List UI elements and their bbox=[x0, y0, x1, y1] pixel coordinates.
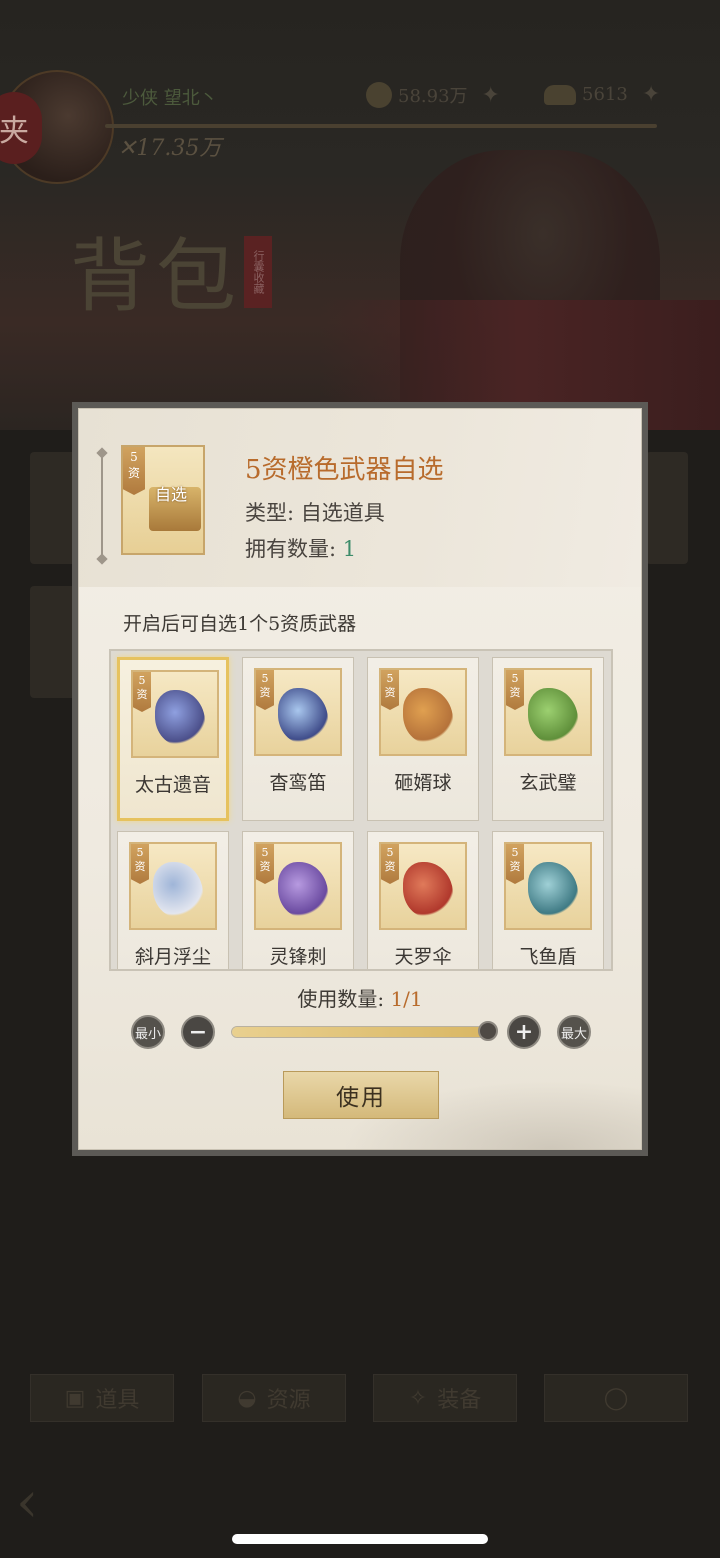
slider-handle[interactable] bbox=[478, 1021, 498, 1041]
tab-label: 装备 bbox=[437, 1388, 482, 1413]
weapon-icon: 5 资 bbox=[131, 670, 219, 758]
item-description: 开启后可自选1个5资质武器 bbox=[123, 613, 357, 635]
weapon-card[interactable]: 5 资天罗伞 bbox=[367, 831, 479, 969]
weapon-art-icon bbox=[278, 862, 328, 918]
dialog-panel: 5 资 自选 5资橙色武器自选 类型: 自选道具 拥有数量: 1 开启后可自选1… bbox=[78, 408, 642, 1150]
grade-badge: 5 资 bbox=[131, 844, 149, 884]
item-icon: 5 资 自选 bbox=[121, 445, 205, 555]
weapon-art-icon bbox=[403, 862, 453, 918]
gear-icon: ✧ bbox=[408, 1385, 428, 1411]
coin-icon bbox=[366, 82, 392, 108]
page-title: 背包 bbox=[70, 230, 242, 323]
tab-items: ▣ 道具 bbox=[30, 1374, 174, 1422]
add-coins-icon: ✦ bbox=[481, 82, 500, 108]
weapon-art-icon bbox=[278, 688, 328, 744]
owned-count: 1 bbox=[342, 537, 357, 561]
item-select-dialog: 5 资 自选 5资橙色武器自选 类型: 自选道具 拥有数量: 1 开启后可自选1… bbox=[72, 402, 648, 1156]
weapon-icon: 5 资 bbox=[504, 842, 592, 930]
item-badge-text: 自选 bbox=[154, 485, 187, 504]
weapon-icon: 5 资 bbox=[254, 842, 342, 930]
weapon-card[interactable]: 5 资灵锋刺 bbox=[242, 831, 354, 969]
ingot-icon bbox=[544, 84, 576, 105]
tab-label: 道具 bbox=[95, 1388, 140, 1413]
grade-badge: 5 资 bbox=[506, 844, 524, 884]
weapon-art-icon bbox=[528, 688, 578, 744]
grade-badge: 5 资 bbox=[256, 670, 274, 710]
weapon-icon: 5 资 bbox=[254, 668, 342, 756]
owned-label: 拥有数量: bbox=[245, 537, 343, 561]
box-icon: ▣ bbox=[64, 1385, 86, 1411]
type-value: 自选道具 bbox=[300, 501, 385, 525]
tab-label: 资源 bbox=[266, 1388, 311, 1413]
item-type: 类型: 自选道具 bbox=[245, 497, 385, 527]
weapon-name: 玄武璧 bbox=[519, 772, 577, 794]
bag-seal: 行囊收藏 bbox=[244, 236, 272, 308]
slider-fill bbox=[232, 1027, 488, 1037]
currency-coins: 58.93万 ✦ bbox=[366, 82, 500, 108]
grade-badge: 5 资 bbox=[381, 670, 399, 710]
weapon-name: 灵锋刺 bbox=[269, 946, 327, 968]
tab-other: ◯ bbox=[544, 1374, 688, 1422]
grade-badge: 5 资 bbox=[133, 672, 151, 712]
weapon-card[interactable]: 5 资太古遗音 bbox=[117, 657, 229, 821]
pot-icon: ◒ bbox=[237, 1385, 257, 1411]
home-indicator[interactable] bbox=[232, 1534, 488, 1544]
grade-badge: 5 资 bbox=[506, 670, 524, 710]
topbar-divider bbox=[105, 124, 657, 128]
ingot-amount: 5613 bbox=[582, 84, 628, 105]
use-button[interactable]: 使用 bbox=[283, 1071, 439, 1119]
inventory-slot bbox=[646, 452, 688, 564]
add-ingots-icon: ✦ bbox=[641, 82, 661, 107]
weapon-name: 斜月浮尘 bbox=[134, 946, 211, 968]
max-button[interactable]: 最大 bbox=[557, 1015, 591, 1049]
player-name: 少侠 望北丶 bbox=[122, 88, 218, 109]
weapon-name: 杳鸾笛 bbox=[269, 772, 327, 794]
increase-button[interactable]: + bbox=[507, 1015, 541, 1049]
weapon-art-icon bbox=[403, 688, 453, 744]
grade-badge: 5 资 bbox=[256, 844, 274, 884]
sect-seal: 夹 bbox=[0, 92, 42, 164]
item-title: 5资橙色武器自选 bbox=[245, 455, 444, 485]
min-button[interactable]: 最小 bbox=[131, 1015, 165, 1049]
weapon-icon: 5 资 bbox=[379, 668, 467, 756]
decrease-button[interactable]: − bbox=[181, 1015, 215, 1049]
tab-equipment: ✧ 装备 bbox=[373, 1374, 517, 1422]
usage-label: 使用数量: bbox=[297, 987, 391, 1011]
weapon-card[interactable]: 5 资杳鸾笛 bbox=[242, 657, 354, 821]
combat-power: ✕17.35万 bbox=[118, 136, 222, 161]
weapon-card[interactable]: 5 资砸婿球 bbox=[367, 657, 479, 821]
weapon-name: 砸婿球 bbox=[394, 772, 452, 794]
item-owned: 拥有数量: 1 bbox=[245, 533, 356, 563]
weapon-card[interactable]: 5 资飞鱼盾 bbox=[492, 831, 604, 969]
weapon-name: 天罗伞 bbox=[394, 946, 452, 968]
weapon-grid: 5 资太古遗音 5 资杳鸾笛 5 资砸婿球 5 资玄武璧 5 资斜月浮尘 5 资灵锋刺 5 … bbox=[109, 649, 613, 971]
weapon-art-icon bbox=[528, 862, 578, 918]
grade-badge: 5 资 bbox=[381, 844, 399, 884]
type-label: 类型: bbox=[245, 501, 301, 525]
inventory-slot bbox=[30, 586, 76, 698]
weapon-icon: 5 资 bbox=[129, 842, 217, 930]
scroll-ornament bbox=[101, 453, 103, 559]
tab-resources: ◒ 资源 bbox=[202, 1374, 346, 1422]
coin-amount: 58.93万 bbox=[398, 86, 468, 107]
weapon-name: 飞鱼盾 bbox=[519, 946, 577, 968]
usage-count: 使用数量: 1/1 bbox=[79, 983, 641, 1012]
currency-ingots: 5613 ✦ bbox=[544, 82, 660, 107]
back-arrow-icon: ‹ bbox=[16, 1470, 39, 1535]
weapon-art-icon bbox=[155, 690, 205, 746]
weapon-icon: 5 资 bbox=[504, 668, 592, 756]
weapon-icon: 5 资 bbox=[379, 842, 467, 930]
usage-value: 1/1 bbox=[390, 987, 423, 1011]
weapon-name: 太古遗音 bbox=[134, 774, 211, 796]
weapon-art-icon bbox=[153, 862, 203, 918]
inventory-slot bbox=[30, 452, 76, 564]
weapon-card[interactable]: 5 资玄武璧 bbox=[492, 657, 604, 821]
grade-badge: 5 资 bbox=[123, 447, 145, 495]
weapon-card[interactable]: 5 资斜月浮尘 bbox=[117, 831, 229, 969]
circle-icon: ◯ bbox=[603, 1385, 629, 1411]
quantity-slider[interactable] bbox=[231, 1021, 498, 1041]
